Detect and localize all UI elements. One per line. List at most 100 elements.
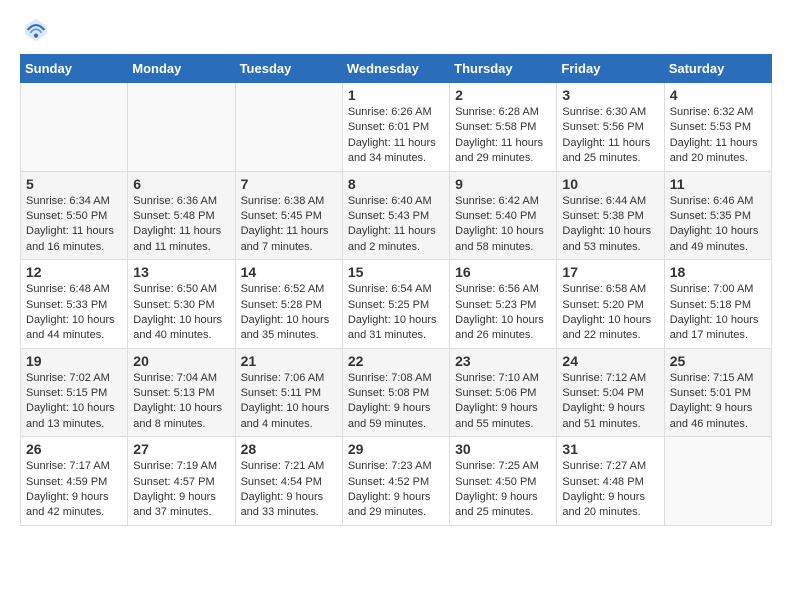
day-info: Sunrise: 6:28 AM Sunset: 5:58 PM Dayligh… bbox=[455, 105, 551, 167]
day-number: 17 bbox=[562, 264, 658, 280]
day-info: Sunrise: 6:54 AM Sunset: 5:25 PM Dayligh… bbox=[348, 282, 444, 344]
day-info: Sunrise: 6:52 AM Sunset: 5:28 PM Dayligh… bbox=[241, 282, 337, 344]
day-info: Sunrise: 6:48 AM Sunset: 5:33 PM Dayligh… bbox=[26, 282, 122, 344]
week-row-2: 5 Sunrise: 6:34 AM Sunset: 5:50 PM Daylig… bbox=[21, 171, 772, 260]
day-cell: 28Sunrise: 7:21 AM Sunset: 4:54 PM Dayli… bbox=[235, 437, 342, 526]
day-cell: 18Sunrise: 7:00 AM Sunset: 5:18 PM Dayli… bbox=[664, 260, 771, 349]
day-info: Sunrise: 6:42 AM Sunset: 5:40 PM Dayligh… bbox=[455, 194, 551, 256]
day-info: Sunrise: 7:19 AM Sunset: 4:57 PM Dayligh… bbox=[133, 459, 229, 521]
week-row-3: 12 Sunrise: 6:48 AM Sunset: 5:33 PM Dayli… bbox=[21, 260, 772, 349]
day-cell: 1 Sunrise: 6:26 AM Sunset: 6:01 PM Daylig… bbox=[342, 83, 449, 172]
day-info: Sunrise: 6:46 AM Sunset: 5:35 PM Dayligh… bbox=[670, 194, 766, 256]
day-cell: 22Sunrise: 7:08 AM Sunset: 5:08 PM Dayli… bbox=[342, 348, 449, 437]
logo-icon bbox=[22, 16, 50, 44]
day-info: Sunrise: 7:02 AM Sunset: 5:15 PM Dayligh… bbox=[26, 371, 122, 433]
day-number: 4 bbox=[670, 87, 766, 103]
day-info: Sunrise: 7:23 AM Sunset: 4:52 PM Dayligh… bbox=[348, 459, 444, 521]
logo bbox=[20, 16, 50, 44]
day-cell: 19 Sunrise: 7:02 AM Sunset: 5:15 PM Dayli… bbox=[21, 348, 128, 437]
day-cell: 30Sunrise: 7:25 AM Sunset: 4:50 PM Dayli… bbox=[450, 437, 557, 526]
header-row: SundayMondayTuesdayWednesdayThursdayFrid… bbox=[21, 55, 772, 83]
header-cell-wednesday: Wednesday bbox=[342, 55, 449, 83]
day-info: Sunrise: 6:58 AM Sunset: 5:20 PM Dayligh… bbox=[562, 282, 658, 344]
calendar-table: SundayMondayTuesdayWednesdayThursdayFrid… bbox=[20, 54, 772, 526]
day-cell: 6 Sunrise: 6:36 AM Sunset: 5:48 PM Daylig… bbox=[128, 171, 235, 260]
day-cell bbox=[21, 83, 128, 172]
day-number: 8 bbox=[348, 176, 444, 192]
day-cell: 8 Sunrise: 6:40 AM Sunset: 5:43 PM Daylig… bbox=[342, 171, 449, 260]
header-cell-sunday: Sunday bbox=[21, 55, 128, 83]
day-cell: 16 Sunrise: 6:56 AM Sunset: 5:23 PM Dayli… bbox=[450, 260, 557, 349]
day-number: 5 bbox=[26, 176, 122, 192]
day-cell: 15 Sunrise: 6:54 AM Sunset: 5:25 PM Dayli… bbox=[342, 260, 449, 349]
header-cell-saturday: Saturday bbox=[664, 55, 771, 83]
day-number: 30 bbox=[455, 441, 551, 457]
header bbox=[20, 16, 772, 44]
day-cell: 23Sunrise: 7:10 AM Sunset: 5:06 PM Dayli… bbox=[450, 348, 557, 437]
day-cell: 5 Sunrise: 6:34 AM Sunset: 5:50 PM Daylig… bbox=[21, 171, 128, 260]
day-cell: 9 Sunrise: 6:42 AM Sunset: 5:40 PM Daylig… bbox=[450, 171, 557, 260]
day-info: Sunrise: 7:08 AM Sunset: 5:08 PM Dayligh… bbox=[348, 371, 444, 433]
day-number: 2 bbox=[455, 87, 551, 103]
day-cell: 31 Sunrise: 7:27 AM Sunset: 4:48 PM Dayli… bbox=[557, 437, 664, 526]
header-cell-tuesday: Tuesday bbox=[235, 55, 342, 83]
day-number: 14 bbox=[241, 264, 337, 280]
day-number: 1 bbox=[348, 87, 444, 103]
week-row-4: 19 Sunrise: 7:02 AM Sunset: 5:15 PM Dayli… bbox=[21, 348, 772, 437]
header-cell-friday: Friday bbox=[557, 55, 664, 83]
day-number: 19 bbox=[26, 353, 122, 369]
calendar-header: SundayMondayTuesdayWednesdayThursdayFrid… bbox=[21, 55, 772, 83]
day-info: Sunrise: 6:36 AM Sunset: 5:48 PM Dayligh… bbox=[133, 194, 229, 256]
day-cell: 7 Sunrise: 6:38 AM Sunset: 5:45 PM Daylig… bbox=[235, 171, 342, 260]
day-number: 16 bbox=[455, 264, 551, 280]
day-info: Sunrise: 7:21 AM Sunset: 4:54 PM Dayligh… bbox=[241, 459, 337, 521]
day-number: 12 bbox=[26, 264, 122, 280]
header-cell-monday: Monday bbox=[128, 55, 235, 83]
day-cell: 25Sunrise: 7:15 AM Sunset: 5:01 PM Dayli… bbox=[664, 348, 771, 437]
day-number: 11 bbox=[670, 176, 766, 192]
day-number: 10 bbox=[562, 176, 658, 192]
day-number: 25 bbox=[670, 353, 766, 369]
day-number: 31 bbox=[562, 441, 658, 457]
day-info: Sunrise: 6:26 AM Sunset: 6:01 PM Dayligh… bbox=[348, 105, 444, 167]
day-number: 15 bbox=[348, 264, 444, 280]
day-info: Sunrise: 6:34 AM Sunset: 5:50 PM Dayligh… bbox=[26, 194, 122, 256]
day-info: Sunrise: 6:44 AM Sunset: 5:38 PM Dayligh… bbox=[562, 194, 658, 256]
day-info: Sunrise: 6:50 AM Sunset: 5:30 PM Dayligh… bbox=[133, 282, 229, 344]
day-number: 18 bbox=[670, 264, 766, 280]
day-cell: 13 Sunrise: 6:50 AM Sunset: 5:30 PM Dayli… bbox=[128, 260, 235, 349]
day-number: 29 bbox=[348, 441, 444, 457]
day-info: Sunrise: 7:27 AM Sunset: 4:48 PM Dayligh… bbox=[562, 459, 658, 521]
day-info: Sunrise: 7:06 AM Sunset: 5:11 PM Dayligh… bbox=[241, 371, 337, 433]
day-cell: 24Sunrise: 7:12 AM Sunset: 5:04 PM Dayli… bbox=[557, 348, 664, 437]
day-cell bbox=[664, 437, 771, 526]
day-number: 20 bbox=[133, 353, 229, 369]
day-cell: 12 Sunrise: 6:48 AM Sunset: 5:33 PM Dayli… bbox=[21, 260, 128, 349]
calendar-body: 1 Sunrise: 6:26 AM Sunset: 6:01 PM Daylig… bbox=[21, 83, 772, 526]
day-number: 7 bbox=[241, 176, 337, 192]
day-info: Sunrise: 6:40 AM Sunset: 5:43 PM Dayligh… bbox=[348, 194, 444, 256]
day-cell: 21Sunrise: 7:06 AM Sunset: 5:11 PM Dayli… bbox=[235, 348, 342, 437]
day-info: Sunrise: 6:38 AM Sunset: 5:45 PM Dayligh… bbox=[241, 194, 337, 256]
page: SundayMondayTuesdayWednesdayThursdayFrid… bbox=[0, 0, 792, 542]
day-number: 6 bbox=[133, 176, 229, 192]
day-cell bbox=[128, 83, 235, 172]
day-info: Sunrise: 6:30 AM Sunset: 5:56 PM Dayligh… bbox=[562, 105, 658, 167]
day-info: Sunrise: 6:32 AM Sunset: 5:53 PM Dayligh… bbox=[670, 105, 766, 167]
day-cell: 10 Sunrise: 6:44 AM Sunset: 5:38 PM Dayli… bbox=[557, 171, 664, 260]
day-cell bbox=[235, 83, 342, 172]
day-cell: 4 Sunrise: 6:32 AM Sunset: 5:53 PM Daylig… bbox=[664, 83, 771, 172]
day-info: Sunrise: 7:12 AM Sunset: 5:04 PM Dayligh… bbox=[562, 371, 658, 433]
day-number: 13 bbox=[133, 264, 229, 280]
day-cell: 3Sunrise: 6:30 AM Sunset: 5:56 PM Daylig… bbox=[557, 83, 664, 172]
day-cell: 2 Sunrise: 6:28 AM Sunset: 5:58 PM Daylig… bbox=[450, 83, 557, 172]
day-cell: 14 Sunrise: 6:52 AM Sunset: 5:28 PM Dayli… bbox=[235, 260, 342, 349]
day-number: 9 bbox=[455, 176, 551, 192]
day-cell: 27 Sunrise: 7:19 AM Sunset: 4:57 PM Dayli… bbox=[128, 437, 235, 526]
day-cell: 26Sunrise: 7:17 AM Sunset: 4:59 PM Dayli… bbox=[21, 437, 128, 526]
day-cell: 17 Sunrise: 6:58 AM Sunset: 5:20 PM Dayli… bbox=[557, 260, 664, 349]
week-row-5: 26Sunrise: 7:17 AM Sunset: 4:59 PM Dayli… bbox=[21, 437, 772, 526]
day-number: 27 bbox=[133, 441, 229, 457]
week-row-1: 1 Sunrise: 6:26 AM Sunset: 6:01 PM Daylig… bbox=[21, 83, 772, 172]
day-info: Sunrise: 6:56 AM Sunset: 5:23 PM Dayligh… bbox=[455, 282, 551, 344]
